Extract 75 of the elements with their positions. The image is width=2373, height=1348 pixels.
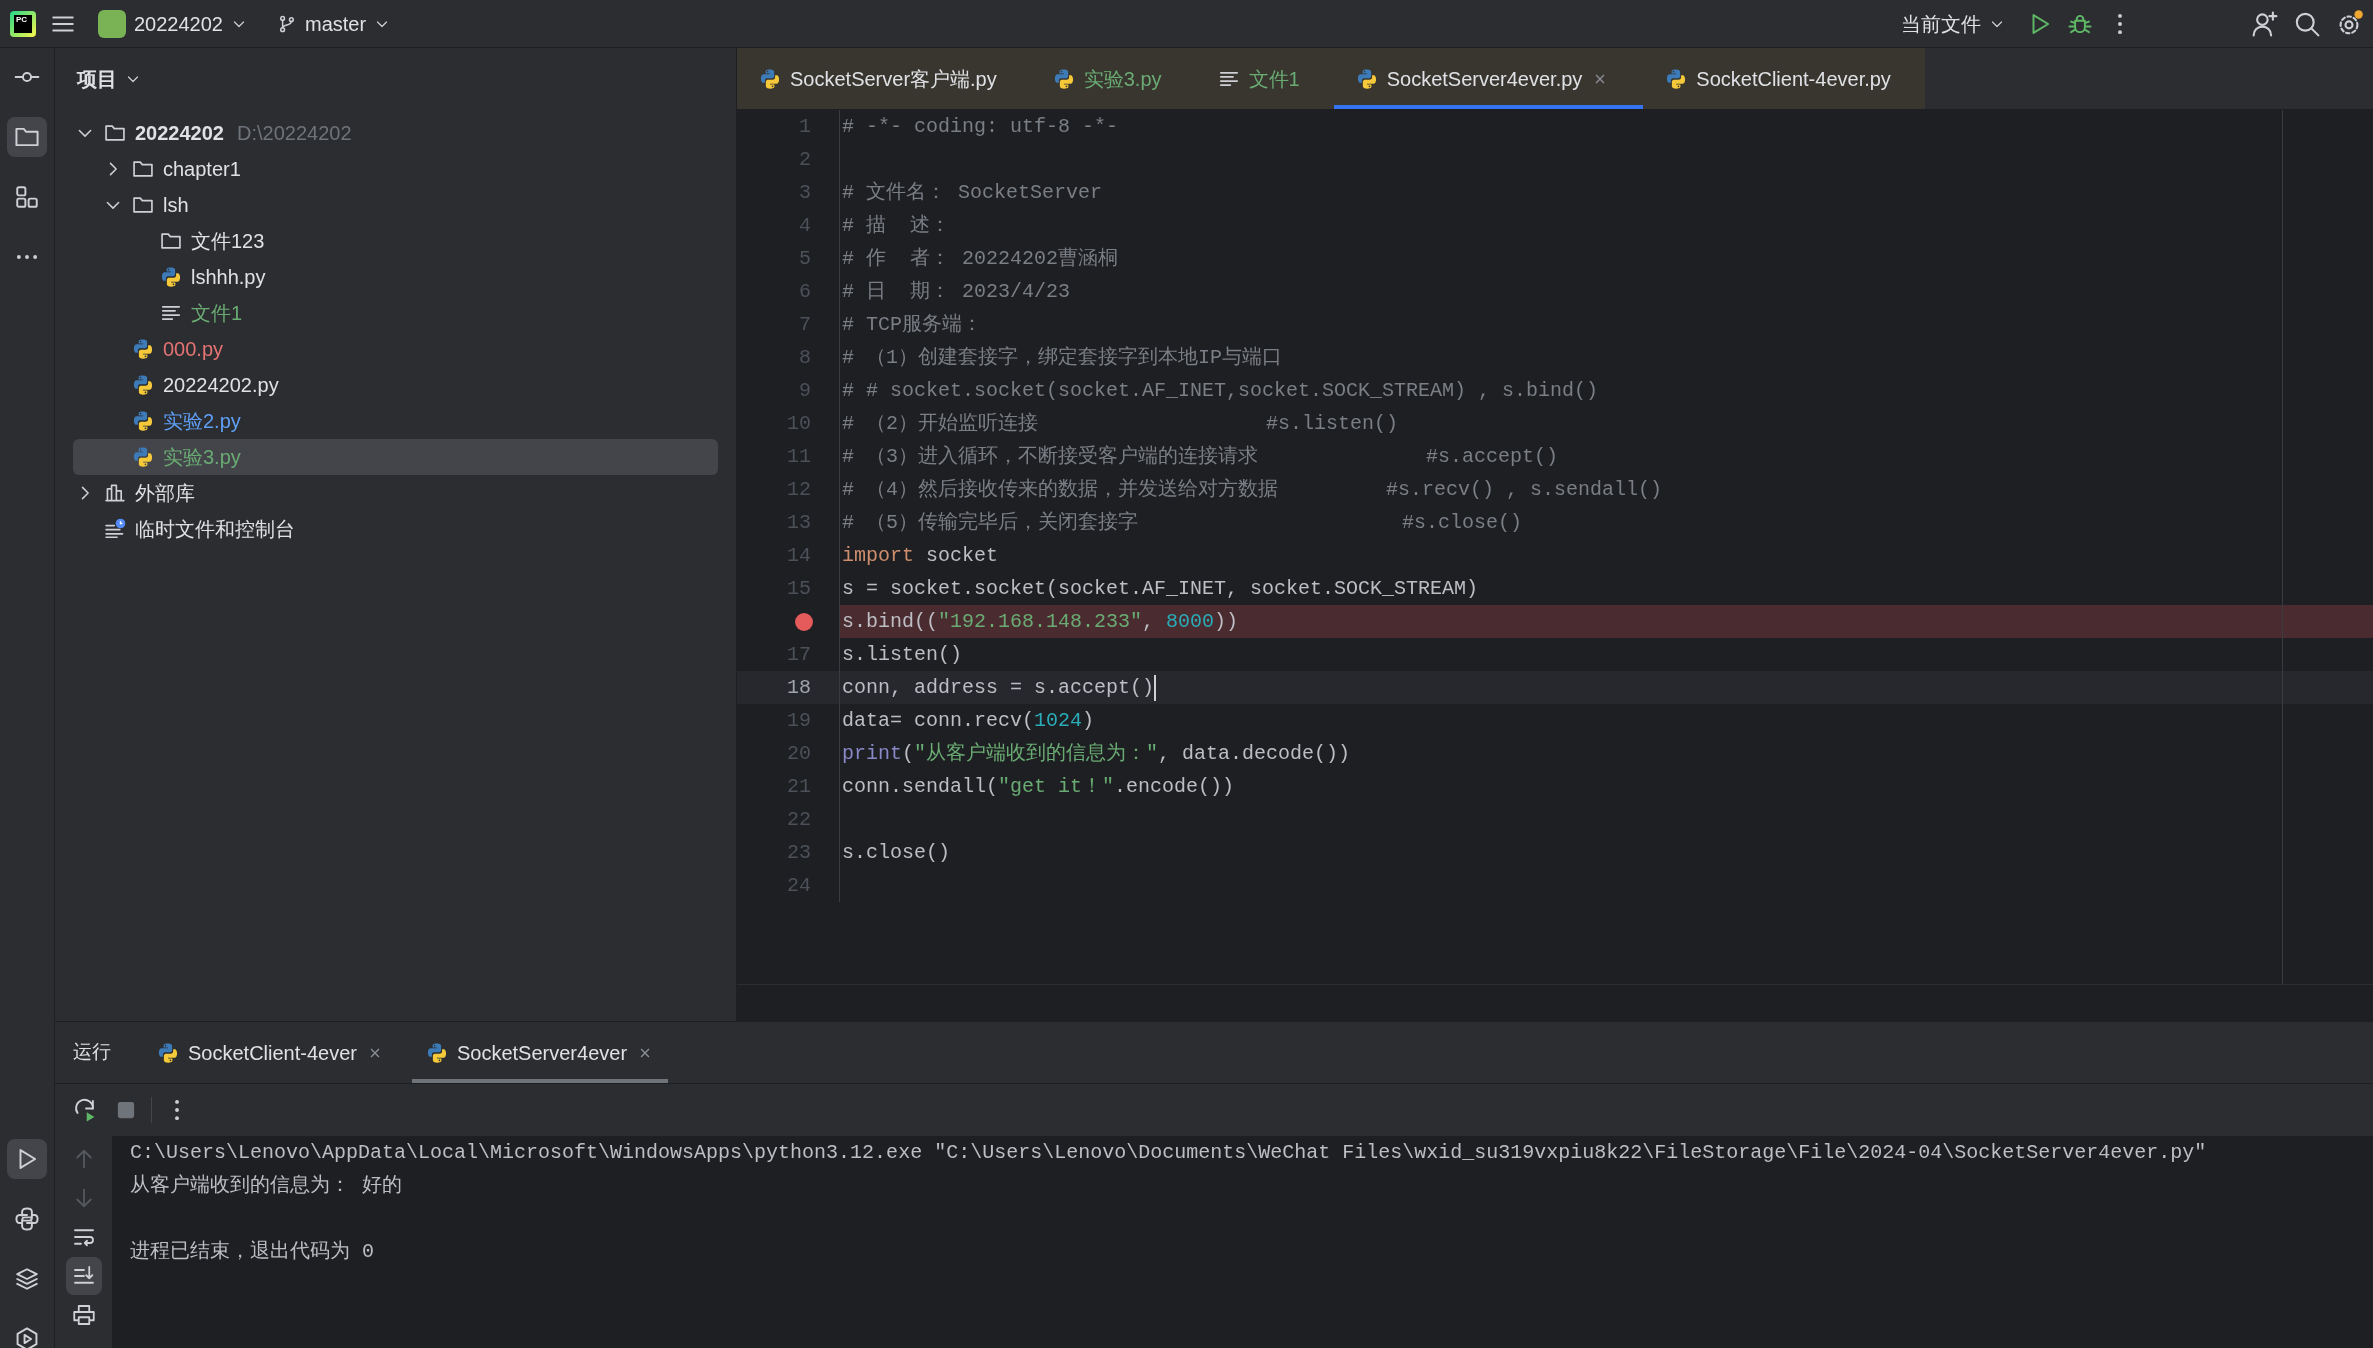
python-icon bbox=[160, 266, 182, 288]
branch-selector[interactable]: master bbox=[269, 4, 399, 43]
code-line: # 文件名： SocketServer bbox=[841, 180, 1103, 206]
python-icon bbox=[1665, 67, 1688, 90]
code-line: s.listen() bbox=[841, 642, 963, 668]
code-line: # （3）进入循环，不断接受客户端的连接请求 #s.accept() bbox=[841, 444, 1559, 470]
code-line: # -*- coding: utf-8 -*- bbox=[841, 114, 1119, 140]
run-tab[interactable]: SocketClient-4ever bbox=[143, 1022, 398, 1083]
code-line: # （5）传输完毕后，关闭套接字 #s.close() bbox=[841, 510, 1523, 536]
tree-item[interactable]: 20224202.py bbox=[103, 367, 279, 403]
branch-icon bbox=[277, 13, 297, 34]
tree-item[interactable]: lshhh.py bbox=[131, 259, 266, 295]
python-icon bbox=[132, 374, 154, 396]
code-line: # （1）创建套接字，绑定套接字到本地IP与端口 bbox=[841, 345, 1282, 371]
tree-item[interactable]: 实验2.py bbox=[103, 403, 241, 439]
folder-icon[interactable] bbox=[7, 117, 47, 157]
code-line: # # socket.socket(socket.AF_INET,socket.SOCK_STREAM) , s.bind() bbox=[841, 378, 1599, 404]
text-cursor bbox=[1154, 674, 1157, 701]
code-line: # （2）开始监听连接 #s.listen() bbox=[841, 411, 1399, 437]
tree-item[interactable]: 000.py bbox=[103, 331, 224, 367]
python-icon bbox=[157, 1041, 179, 1064]
code-line: # 描 述： bbox=[841, 213, 950, 239]
editor-tab[interactable]: 文件1 bbox=[1195, 48, 1334, 109]
tree-item[interactable]: 20224202 D:\20224202 bbox=[75, 115, 352, 151]
folder-icon bbox=[132, 194, 154, 216]
code-line: # （4）然后接收传来的数据，并发送给对方数据 #s.recv() , s.sendall() bbox=[841, 477, 1663, 503]
editor-tab[interactable]: 实验3.py bbox=[1030, 48, 1196, 109]
editor-tab[interactable]: SocketClient-4ever.py bbox=[1643, 48, 1925, 109]
folder-icon bbox=[104, 122, 126, 144]
code-line: s.close() bbox=[841, 840, 951, 866]
add-user-icon[interactable] bbox=[2251, 9, 2279, 38]
run-tab[interactable]: SocketServer4ever bbox=[411, 1022, 669, 1083]
python-icon bbox=[132, 338, 154, 360]
console-line: 从客户端收到的信息为： 好的 bbox=[130, 1173, 402, 1199]
python-icon bbox=[132, 410, 154, 432]
python-icon bbox=[425, 1041, 448, 1064]
tree-item[interactable]: 实验3.py bbox=[73, 439, 718, 475]
panel-title[interactable]: 项目 bbox=[69, 60, 149, 98]
python-icon bbox=[132, 446, 154, 468]
panel-title: 运行 bbox=[73, 1040, 111, 1065]
scratch-file-icon bbox=[104, 518, 126, 540]
code-line: conn.sendall("get it！".encode()) bbox=[841, 774, 1235, 800]
library-icon bbox=[104, 482, 126, 504]
python-icon bbox=[759, 67, 781, 90]
project-selector[interactable]: 20224202 bbox=[90, 4, 255, 43]
scroll-to-end-icon[interactable] bbox=[65, 1257, 102, 1295]
tree-item[interactable]: chapter1 bbox=[103, 151, 241, 187]
python-icon bbox=[1355, 67, 1378, 90]
code-line: s = socket.socket(socket.AF_INET, socket.SOCK_STREAM) bbox=[841, 576, 1479, 602]
code-line: print("从客户端收到的信息为：", data.decode()) bbox=[841, 741, 1351, 767]
code-line: data= conn.recv(1024) bbox=[841, 708, 1095, 734]
code-line: # 作 者： 20224202曹涵桐 bbox=[841, 246, 1119, 272]
line-number: 18 bbox=[787, 674, 811, 701]
app-logo: PC bbox=[10, 10, 36, 37]
folder-icon bbox=[160, 230, 182, 252]
folder-path: D:\20224202 bbox=[237, 121, 352, 146]
code-line: import socket bbox=[841, 543, 999, 569]
code-line: # 日 期： 2023/4/23 bbox=[841, 279, 1071, 305]
python-icon bbox=[1052, 67, 1075, 90]
editor-tab[interactable]: SocketServer4ever.py bbox=[1333, 48, 1644, 109]
tree-item[interactable]: 文件1 bbox=[131, 295, 243, 331]
project-icon bbox=[98, 9, 126, 38]
play-icon[interactable] bbox=[7, 1139, 47, 1179]
run-config-selector[interactable]: 当前文件 bbox=[1893, 4, 2013, 43]
code-line: conn, address = s.accept() bbox=[841, 675, 1155, 701]
breakpoint-icon[interactable] bbox=[793, 610, 815, 633]
editor-tab[interactable]: SocketServer客户端.py bbox=[737, 48, 1031, 109]
tree-item[interactable]: 外部库 bbox=[75, 475, 195, 511]
tree-item[interactable]: lsh bbox=[103, 187, 189, 223]
console-line: 进程已结束，退出代码为 0 bbox=[130, 1239, 374, 1265]
tree-item[interactable]: 临时文件和控制台 bbox=[75, 511, 295, 547]
folder-icon bbox=[132, 158, 154, 180]
tree-item[interactable]: 文件123 bbox=[131, 223, 265, 259]
console-line: C:\Users\Lenovo\AppData\Local\Microsoft\WindowsApps\python3.12.exe "C:\Users\Lenovo\Documents\WeChat Files\wxid_su319vxpiu8k22\FileStorage\File\2024-04\SocketServer4ever.py" bbox=[130, 1140, 2207, 1166]
code-line: # TCP服务端： bbox=[841, 312, 982, 338]
